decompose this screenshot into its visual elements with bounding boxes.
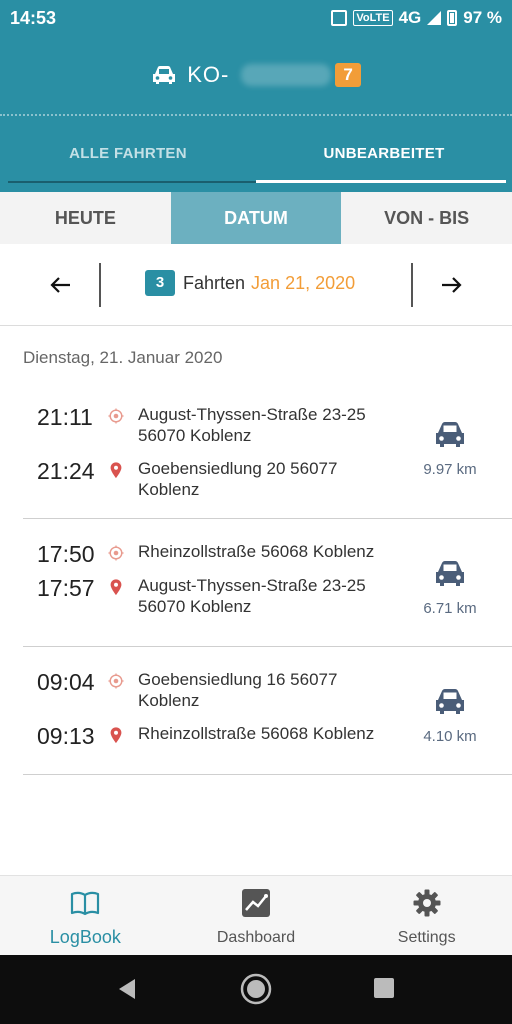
nav-settings-label: Settings [397, 929, 456, 946]
vehicle-badge: 7 [335, 63, 361, 87]
end-time: 21:24 [37, 458, 95, 484]
battery-icon [447, 10, 458, 26]
book-icon [71, 891, 100, 916]
date-display[interactable]: 3 Fahrten Jan 21, 2020 [145, 270, 355, 296]
vehicle-selector[interactable]: KO- 7 [0, 62, 512, 88]
segment-von-bis[interactable]: VON - BIS [341, 192, 512, 244]
end-location-icon [110, 579, 122, 596]
car-icon [153, 66, 176, 84]
previous-day-button[interactable] [41, 268, 81, 302]
status-bar: 14:53 VoLTE 4G 97 % [0, 0, 512, 36]
distance-value: 4.10 km [423, 728, 477, 745]
nav-logbook-label: LogBook [49, 927, 121, 947]
end-address: Goebensiedlung 20 56077 Koblenz [138, 459, 338, 499]
system-navigation-bar [0, 955, 512, 1024]
start-address: August-Thyssen-Straße 23-25 56070 Koblen… [138, 405, 366, 445]
vehicle-plate: KO- [187, 62, 230, 87]
nav-dashboard[interactable]: Dashboard [171, 876, 342, 955]
end-address: August-Thyssen-Straße 23-25 56070 Koblen… [138, 576, 366, 616]
end-location-icon [110, 462, 122, 479]
start-location-icon [108, 673, 124, 689]
start-address: Rheinzollstraße 56068 Koblenz [138, 542, 375, 561]
distance-value: 9.97 km [423, 461, 477, 478]
start-location-icon [108, 545, 124, 561]
signal-icon [427, 11, 442, 25]
car-icon [436, 689, 464, 714]
car-icon [436, 561, 464, 586]
distance-value: 6.71 km [423, 600, 477, 617]
date-navigator: 3 Fahrten Jan 21, 2020 [0, 244, 512, 326]
tab-unbearbeitet[interactable]: UNBEARBEITET [256, 128, 512, 188]
home-icon[interactable] [240, 973, 272, 1005]
trip-count-label: Fahrten [183, 272, 246, 293]
start-time: 09:04 [37, 669, 95, 695]
trip-item[interactable]: 21:11 August-Thyssen-Straße 23-25 56070 … [23, 392, 512, 519]
tab-active-indicator [256, 180, 506, 183]
end-time: 17:57 [37, 575, 95, 601]
end-address: Rheinzollstraße 56068 Koblenz [138, 724, 375, 743]
status-icons: VoLTE 4G 97 % [331, 8, 502, 28]
trip-item[interactable]: 17:50 Rheinzollstraße 56068 Koblenz 17:5… [23, 519, 512, 647]
trip-tabs: ALLE FAHRTEN UNBEARBEITET [0, 128, 512, 188]
start-location-icon [108, 408, 124, 424]
divider-left [99, 263, 101, 307]
end-location-icon [110, 727, 122, 744]
recents-icon[interactable] [373, 977, 395, 999]
day-header: Dienstag, 21. Januar 2020 [23, 348, 223, 367]
status-time: 14:53 [10, 8, 57, 28]
trip-count-badge: 3 [145, 270, 175, 296]
selected-date: Jan 21, 2020 [251, 272, 356, 293]
divider-right [411, 263, 413, 307]
bottom-navigation: LogBook Dashboard Settings [0, 875, 512, 955]
nav-settings[interactable]: Settings [341, 876, 512, 955]
plate-redacted [241, 64, 332, 86]
arrow-left-icon [50, 277, 70, 293]
trip-item[interactable]: 09:04 Goebensiedlung 16 56077 Koblenz 09… [23, 647, 512, 775]
car-icon [436, 422, 464, 447]
start-address: Goebensiedlung 16 56077 Koblenz [138, 670, 338, 710]
end-time: 09:13 [37, 723, 95, 749]
trip-distance: 6.71 km [420, 559, 480, 617]
battery-level: 97 % [463, 8, 502, 27]
trip-distance: 9.97 km [420, 420, 480, 478]
app-header: KO- 7 ALLE FAHRTEN UNBEARBEITET [0, 36, 512, 192]
next-day-button[interactable] [431, 268, 471, 302]
arrow-right-icon [442, 277, 462, 293]
gear-icon [413, 889, 441, 917]
nav-logbook[interactable]: LogBook [0, 876, 171, 955]
vibrate-icon [331, 10, 348, 26]
start-time: 21:11 [37, 404, 93, 430]
tab-underline [8, 181, 256, 183]
start-time: 17:50 [37, 541, 95, 567]
volte-indicator: VoLTE [353, 10, 393, 26]
header-divider [0, 114, 512, 116]
date-filter-segment: HEUTE DATUM VON - BIS [0, 192, 512, 244]
segment-datum[interactable]: DATUM [170, 192, 342, 244]
network-indicator: 4G [398, 8, 422, 27]
segment-heute[interactable]: HEUTE [0, 192, 171, 244]
trip-distance: 4.10 km [420, 687, 480, 745]
chart-icon [242, 889, 270, 917]
back-icon[interactable] [117, 977, 137, 1001]
nav-dashboard-label: Dashboard [216, 929, 296, 946]
tab-alle-fahrten[interactable]: ALLE FAHRTEN [0, 128, 256, 188]
